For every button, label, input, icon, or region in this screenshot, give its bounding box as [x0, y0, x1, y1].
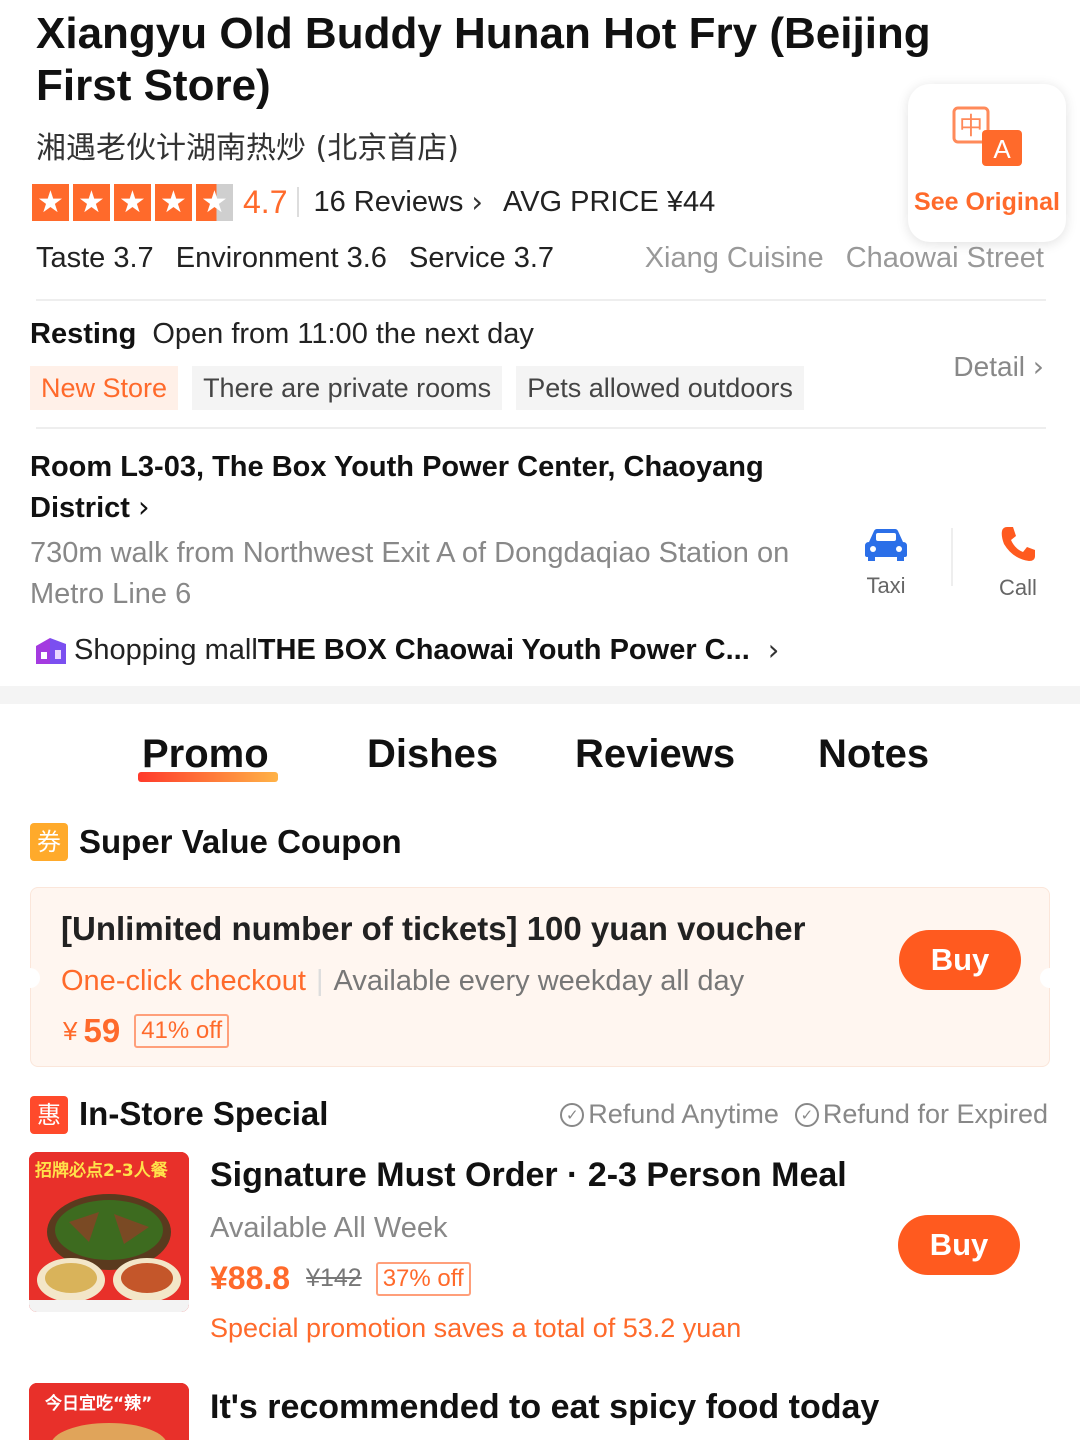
area-tag[interactable]: Chaowai Street [846, 242, 1044, 274]
refund-guarantees: ✓ Refund Anytime ✓ Refund for Expired [544, 1099, 1048, 1130]
separator: | [316, 965, 324, 997]
shopping-bag-icon [36, 638, 66, 664]
rating-score: 4.7 [243, 183, 288, 220]
deal-image[interactable]: 今日宜吃“辣” [29, 1383, 189, 1440]
mall-prefix: Shopping mall [74, 633, 258, 666]
feature-tag: New Store [30, 366, 179, 410]
coupon-price-row: ¥ 59 41% off [63, 1012, 230, 1050]
coupon-title: [Unlimited number of tickets] 100 yuan v… [61, 910, 806, 947]
taxi-label: Taxi [866, 573, 906, 598]
feature-tag: There are private rooms [192, 366, 503, 410]
guarantee-item: ✓ Refund Anytime [560, 1099, 779, 1130]
deal-buy-button[interactable]: Buy [898, 1215, 1020, 1275]
special-section-title: In-Store Special [79, 1095, 329, 1132]
divider [36, 299, 1046, 301]
coupon-details: One-click checkout | Available every weekd… [61, 965, 744, 998]
star-icon: ★ [155, 183, 192, 221]
see-original-button[interactable]: 中 A See Original [908, 84, 1066, 242]
restaurant-original-name: 湘遇老伙计湖南热炒 (北京首店) [36, 131, 459, 166]
translate-icon: 中 A [952, 106, 1022, 166]
service-score: Service 3.7 [408, 242, 555, 274]
rating-row: ★ ★ ★ ★ ★ 4.7 16 Reviews › AVG PRICE ¥44 [32, 180, 715, 224]
svg-text:中: 中 [959, 112, 983, 140]
meal-photo: 招牌必点2-3人餐 [29, 1152, 189, 1312]
coupon-notch [20, 968, 40, 988]
check-circle-icon: ✓ [560, 1102, 585, 1127]
reviews-link[interactable]: 16 Reviews [313, 186, 463, 219]
open-time: Open from 11:00 the next day [152, 318, 534, 350]
coupon-buy-button[interactable]: Buy [899, 930, 1021, 990]
coupon-notch [1040, 968, 1060, 988]
car-icon [865, 529, 907, 561]
chevron-right-icon: › [137, 490, 150, 524]
deal-saving: Special promotion saves a total of 53.2 … [210, 1313, 742, 1343]
chevron-right-icon: › [767, 633, 780, 667]
taste-score: Taste 3.7 [36, 242, 154, 274]
detail-link[interactable]: Detail › [953, 350, 1044, 383]
meal-photo: 今日宜吃“辣” [29, 1383, 189, 1440]
deal-image[interactable]: 招牌必点2-3人餐 [29, 1152, 189, 1312]
discount-badge: 37% off [375, 1261, 471, 1296]
deal-price-row: ¥88.8 ¥142 37% off [210, 1260, 471, 1297]
star-icon: ★ [73, 183, 110, 221]
deal-original-price: ¥142 [306, 1264, 362, 1292]
subscores: Taste 3.7 Environment 3.6 Service 3.7 [36, 242, 568, 275]
guarantee-item: ✓ Refund for Expired [794, 1099, 1048, 1130]
taxi-button[interactable]: Taxi [838, 526, 934, 599]
star-icon: ★ [32, 183, 69, 221]
shopping-mall-link[interactable]: Shopping mall THE BOX Chaowai Youth Power… [34, 630, 779, 670]
address-link[interactable]: Room L3-03, The Box Youth Power Center, … [30, 447, 830, 528]
deal-price: ¥88.8 [210, 1260, 291, 1296]
environment-score: Environment 3.6 [175, 242, 387, 274]
deal-title[interactable]: Signature Must Order · 2-3 Person Meal [210, 1156, 847, 1195]
half-star-icon: ★ [196, 183, 233, 221]
star-icon: ★ [114, 183, 151, 221]
deal-availability: Available All Week [210, 1212, 448, 1244]
availability-label: Available every weekday all day [333, 965, 745, 997]
discount-badge: 41% off [134, 1014, 230, 1048]
section-separator [0, 686, 1080, 704]
see-original-label: See Original [914, 188, 1060, 216]
svg-text:今日宜吃“辣”: 今日宜吃“辣” [45, 1393, 152, 1414]
category-tags: Xiang Cuisine Chaowai Street [631, 242, 1044, 275]
divider [297, 187, 300, 217]
check-circle-icon: ✓ [794, 1102, 819, 1127]
chevron-right-icon[interactable]: › [471, 185, 483, 219]
phone-icon [1001, 527, 1035, 561]
discount-icon: 惠 [30, 1096, 68, 1134]
walking-directions: 730m walk from Northwest Exit A of Dongd… [30, 537, 790, 610]
guarantee-label: Refund Anytime [588, 1099, 779, 1129]
divider [36, 427, 1046, 429]
call-button[interactable]: Call [970, 524, 1066, 601]
tab-promo[interactable]: Promo [142, 732, 269, 777]
coupon-section-title: Super Value Coupon [79, 823, 402, 860]
call-label: Call [999, 575, 1037, 600]
coupon-price: 59 [83, 1012, 121, 1049]
chevron-right-icon: › [1032, 350, 1044, 383]
deal-title[interactable]: It's recommended to eat spicy food today [210, 1388, 879, 1427]
avg-price: AVG PRICE ¥44 [503, 185, 716, 218]
svg-text:招牌必点2-3人餐: 招牌必点2-3人餐 [35, 1160, 169, 1181]
cuisine-tag[interactable]: Xiang Cuisine [645, 242, 824, 274]
tab-dishes[interactable]: Dishes [367, 732, 498, 777]
divider [951, 528, 953, 586]
coupon-card[interactable]: [Unlimited number of tickets] 100 yuan v… [20, 887, 1060, 1067]
checkout-label: One-click checkout [61, 965, 306, 997]
guarantee-label: Refund for Expired [822, 1099, 1048, 1129]
star-rating: ★ ★ ★ ★ ★ [32, 183, 233, 221]
mall-name: THE BOX Chaowai Youth Power C... [257, 633, 750, 666]
currency-symbol: ¥ [63, 1015, 78, 1046]
detail-label: Detail [953, 351, 1026, 382]
feature-tag: Pets allowed outdoors [516, 366, 804, 410]
restaurant-title: Xiangyu Old Buddy Hunan Hot Fry (Beijing… [36, 9, 931, 110]
tab-notes[interactable]: Notes [818, 732, 929, 777]
business-hours: Resting Open from 11:00 the next day [30, 318, 534, 351]
tab-reviews[interactable]: Reviews [575, 732, 735, 777]
feature-tags: New Store There are private rooms Pets a… [30, 366, 804, 410]
open-status: Resting [30, 318, 137, 350]
coupon-icon: 券 [30, 823, 68, 861]
svg-text:A: A [993, 134, 1011, 164]
